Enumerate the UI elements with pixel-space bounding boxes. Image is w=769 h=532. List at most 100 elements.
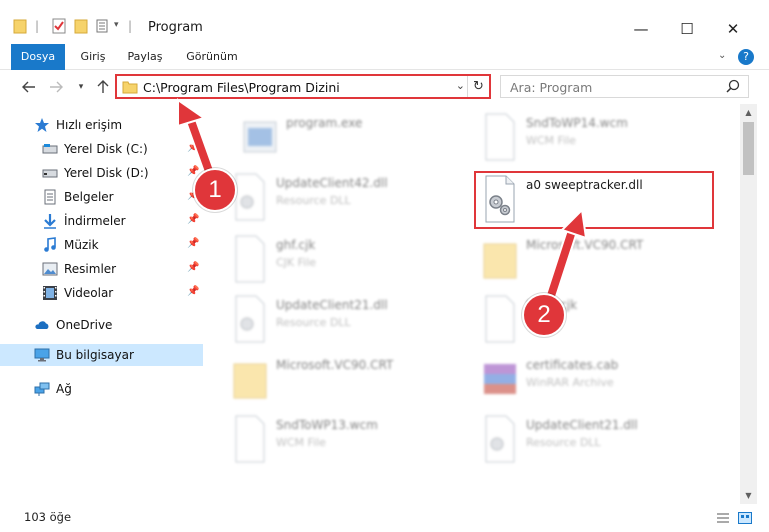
drive-icon — [42, 144, 58, 154]
file-item[interactable]: UpdateClient21.dll Resource DLL — [230, 292, 470, 348]
file-list: program.exe SndToWP14.wcm WCM File Updat… — [206, 104, 740, 504]
sidebar-item-downloads[interactable]: İndirmeler 📌 — [0, 210, 203, 232]
archive-icon — [484, 364, 516, 394]
file-item[interactable]: UpdateClient21.dll Resource DLL — [480, 412, 720, 468]
tab-file[interactable]: Dosya — [11, 44, 65, 70]
properties-icon[interactable] — [52, 18, 66, 34]
file-item[interactable]: Microsoft.VC90.CRT — [230, 352, 470, 408]
tab-view[interactable]: Görünüm — [184, 44, 240, 70]
pin-icon[interactable]: 📌 — [187, 142, 199, 153]
star-icon — [35, 118, 49, 132]
separator: | — [128, 19, 133, 33]
minimize-button[interactable]: — — [618, 14, 664, 44]
file-item[interactable]: Microsoft.VC90.CRT — [480, 232, 720, 288]
large-icons-view-icon[interactable] — [738, 512, 752, 524]
address-dropdown-icon[interactable]: ⌄ — [456, 79, 465, 92]
vertical-scrollbar[interactable]: ▲ ▼ — [740, 104, 757, 504]
recent-locations-button[interactable]: ▾ — [72, 78, 90, 96]
file-item[interactable]: Sndfl.cjk — [480, 292, 720, 348]
sidebar-item-label: OneDrive — [56, 318, 113, 332]
arrow-left-icon — [22, 81, 35, 93]
file-item[interactable]: program.exe — [240, 110, 480, 166]
file-item[interactable]: ghf.cjk CJK File — [230, 232, 470, 288]
file-type: Resource DLL — [276, 194, 351, 207]
scroll-thumb[interactable] — [743, 122, 754, 175]
expand-ribbon-icon[interactable]: ⌄ — [718, 50, 726, 61]
annotation-badge-1: 1 — [193, 168, 237, 212]
sidebar-item-videos[interactable]: Videolar 📌 — [0, 282, 203, 304]
new-folder-icon[interactable] — [74, 18, 88, 34]
document-icon — [485, 295, 515, 343]
sidebar-item-label: Bu bilgisayar — [56, 348, 134, 362]
sidebar-item-label: Ağ — [56, 382, 72, 396]
up-button[interactable] — [94, 78, 112, 96]
videos-icon — [43, 286, 57, 300]
address-path[interactable]: C:\Program Files\Program Dizini — [143, 80, 340, 95]
sidebar-item-label: Yerel Disk (C:) — [64, 142, 148, 156]
file-item[interactable]: UpdateClient42.dll Resource DLL — [230, 170, 470, 226]
sidebar-item-label: Resimler — [64, 262, 117, 276]
maximize-button[interactable]: ☐ — [664, 14, 710, 44]
file-name: SndToWP13.wcm — [276, 418, 378, 432]
folder-icon — [13, 19, 27, 34]
sidebar-item-quick-access[interactable]: Hızlı erişim — [0, 114, 203, 136]
chevron-down-icon[interactable]: ▾ — [114, 20, 119, 30]
file-type: WCM File — [526, 134, 576, 147]
file-item[interactable]: SndToWP14.wcm WCM File — [480, 110, 720, 166]
documents-icon — [44, 189, 56, 205]
sidebar-item-label: Belgeler — [64, 190, 114, 204]
sidebar-item-network[interactable]: Ağ — [0, 378, 203, 400]
sidebar-item-pictures[interactable]: Resimler 📌 — [0, 258, 203, 280]
item-count: 103 öğe — [24, 510, 72, 524]
dll-gear-icon — [485, 415, 515, 463]
address-bar[interactable]: C:\Program Files\Program Dizini ⌄ ↻ — [115, 74, 491, 99]
search-placeholder[interactable]: Ara: Program — [510, 80, 592, 95]
annotation-badge-2: 2 — [522, 293, 566, 337]
scroll-up-button[interactable]: ▲ — [740, 104, 757, 121]
navigation-pane: Hızlı erişim Yerel Disk (C:) 📌 Yerel Dis… — [0, 104, 203, 504]
pin-icon[interactable]: 📌 — [187, 214, 199, 225]
sidebar-item-label: Videolar — [64, 286, 114, 300]
window-title: Program — [148, 20, 203, 35]
file-name: SndToWP14.wcm — [526, 116, 628, 130]
close-button[interactable]: ✕ — [710, 14, 756, 44]
drive-icon — [42, 169, 58, 178]
sidebar-item-disk-d[interactable]: Yerel Disk (D:) 📌 — [0, 162, 203, 184]
details-view-icon[interactable] — [716, 512, 730, 524]
sidebar-item-documents[interactable]: Belgeler 📌 — [0, 186, 203, 208]
file-item[interactable]: SndToWP13.wcm WCM File — [230, 412, 470, 468]
search-icon[interactable] — [726, 79, 740, 93]
file-type: Resource DLL — [276, 316, 351, 329]
back-button[interactable] — [20, 78, 38, 96]
refresh-button[interactable]: ↻ — [467, 76, 489, 97]
tab-share[interactable]: Paylaş — [124, 44, 166, 70]
dll-gear-icon — [235, 295, 265, 343]
customize-icon[interactable] — [96, 18, 112, 34]
file-name: UpdateClient21.dll — [276, 298, 388, 312]
tab-home[interactable]: Giriş — [76, 44, 110, 70]
sidebar-item-label: İndirmeler — [64, 214, 126, 228]
pin-icon[interactable]: 📌 — [187, 286, 199, 297]
folder-icon — [122, 81, 138, 94]
file-type: WinRAR Archive — [526, 376, 614, 389]
scroll-down-button[interactable]: ▼ — [740, 487, 757, 504]
separator: | — [35, 19, 40, 33]
pin-icon[interactable]: 📌 — [187, 238, 199, 249]
document-icon — [235, 415, 265, 463]
sidebar-item-this-pc[interactable]: Bu bilgisayar — [0, 344, 203, 366]
cloud-icon — [35, 321, 49, 329]
forward-button[interactable] — [47, 78, 65, 96]
sidebar-item-label: Hızlı erişim — [56, 118, 123, 132]
file-name: ghf.cjk — [276, 238, 316, 252]
folder-icon — [233, 363, 267, 399]
sidebar-item-onedrive[interactable]: OneDrive — [0, 314, 203, 336]
file-type: Resource DLL — [526, 436, 601, 449]
sidebar-item-music[interactable]: Müzik 📌 — [0, 234, 203, 256]
explorer-window: | ▾ | Program — ☐ ✕ Dosya Giriş Paylaş G… — [0, 0, 769, 532]
help-button[interactable]: ? — [738, 49, 754, 65]
file-item[interactable]: certificates.cab WinRAR Archive — [480, 352, 720, 408]
pin-icon[interactable]: 📌 — [187, 262, 199, 273]
file-type: CJK File — [276, 256, 317, 269]
search-box[interactable]: Ara: Program — [500, 75, 749, 98]
sidebar-item-disk-c[interactable]: Yerel Disk (C:) 📌 — [0, 138, 203, 160]
